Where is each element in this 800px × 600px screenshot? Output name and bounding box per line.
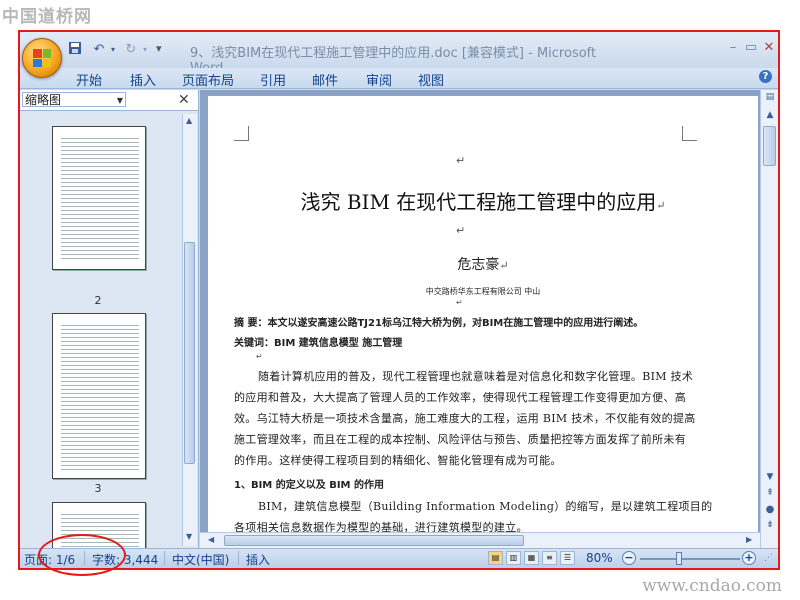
page-thumbnail[interactable] — [52, 126, 146, 270]
draft-view-icon[interactable]: ☰ — [560, 551, 575, 565]
maximize-button[interactable]: ▭ — [742, 40, 760, 55]
tab-insert[interactable]: 插入 — [130, 70, 156, 89]
tab-review[interactable]: 审阅 — [366, 70, 392, 89]
previous-page-icon[interactable]: ⇞ — [761, 488, 778, 498]
office-logo-icon — [33, 49, 51, 67]
margin-corner-mark — [682, 126, 697, 141]
zoom-in-icon[interactable]: + — [742, 551, 756, 565]
abstract: 摘 要：本文以遂安高速公路TJ21标乌江特大桥为例，对BIM在施工管理中的应用进… — [234, 318, 644, 329]
scroll-up-icon[interactable]: ▲ — [761, 110, 778, 120]
zoom-slider-track[interactable] — [640, 558, 740, 560]
chevron-down-icon: ▼ — [116, 96, 123, 105]
highlight-ellipse — [38, 534, 126, 576]
document-affiliation: 中交路桥华东工程有限公司 中山 — [425, 287, 541, 296]
next-page-icon[interactable]: ⇟ — [761, 520, 778, 530]
scroll-left-icon[interactable]: ◀ — [208, 535, 214, 544]
paragraph-mark: ↵ — [256, 352, 263, 361]
resize-grip-icon[interactable]: ⋰ — [764, 553, 773, 563]
body-line: 的应用和普及，大大提高了管理人员的工作效率，使得现代工程管理工作变得更加方便、高 — [234, 391, 686, 404]
navigation-pane: 缩略图 ▼ ✕ 2 3 ▲ ▼ — [20, 90, 199, 564]
outline-view-icon[interactable]: ≡ — [542, 551, 557, 565]
scroll-down-icon[interactable]: ▼ — [761, 472, 778, 482]
tab-mailings[interactable]: 邮件 — [312, 70, 338, 89]
body-line: 效。乌江特大桥是一项技术含量高，施工难度大的工程，运用 BIM 技术，不仅能有效… — [234, 412, 696, 425]
thumbnail-page-number: 3 — [94, 482, 102, 495]
pane-view-select[interactable]: 缩略图 ▼ — [22, 92, 126, 107]
document-title: 浅究 BIM 在现代工程施工管理中的应用↵ — [300, 190, 666, 214]
body-line: 施工管理效率，而且在工程的成本控制、风险评估与预告、质量把控等方面发挥了前所未有 — [234, 433, 686, 446]
tab-view[interactable]: 视图 — [418, 70, 444, 89]
scroll-right-icon[interactable]: ▶ — [746, 535, 752, 544]
status-bar: 页面: 1/6 字数: 3,444 中文(中国) 插入 ▤ ▥ ▦ ≡ ☰ 80… — [20, 548, 778, 568]
body-line: 的作用。这样使得工程项目到的精细化、智能化管理有成为可能。 — [234, 454, 562, 467]
tab-page-layout[interactable]: 页面布局 — [182, 70, 234, 89]
watermark-top: 中国道桥网 — [2, 7, 92, 27]
help-icon[interactable]: ? — [759, 70, 772, 83]
print-layout-view-icon[interactable]: ▤ — [488, 551, 503, 565]
web-layout-icon[interactable]: ▦ — [524, 551, 539, 565]
body-paragraph: 随着计算机应用的普及，现代工程管理也就意味着是对信息化和数字化管理。BIM 技术… — [234, 366, 722, 471]
watermark-bottom: www.cndao.com — [642, 576, 782, 596]
scroll-down-icon[interactable]: ▼ — [186, 532, 192, 541]
status-language[interactable]: 中文(中国) — [172, 551, 229, 568]
customize-quick-access-icon[interactable]: ▾ — [156, 42, 162, 55]
body-line: 随着计算机应用的普及，现代工程管理也就意味着是对信息化和数字化管理。BIM 技术 — [258, 370, 694, 383]
pane-view-selected: 缩略图 — [25, 93, 62, 107]
status-insert-mode[interactable]: 插入 — [246, 551, 270, 568]
undo-dropdown-icon[interactable]: ▾ — [104, 41, 122, 59]
paragraph-mark: ↵ — [456, 154, 466, 167]
paragraph-mark: ↵ — [456, 224, 466, 237]
save-icon[interactable] — [66, 41, 84, 59]
document-area: ↵ 浅究 BIM 在现代工程施工管理中的应用↵ ↵ 危志豪↵ 中交路桥华东工程有… — [200, 90, 760, 548]
body-line: BIM，建筑信息模型（Building Information Modeling… — [258, 500, 713, 513]
zoom-slider-handle[interactable] — [675, 552, 682, 565]
vertical-scrollbar[interactable]: ▤ ▲ ▼ ⇞ ● ⇟ — [760, 90, 778, 548]
document-author: 危志豪↵ — [457, 257, 509, 273]
minimize-button[interactable]: – — [724, 40, 742, 55]
keywords: 关键词：BIM 建筑信息模型 施工管理 — [234, 338, 403, 349]
pane-scroll-thumb[interactable] — [184, 242, 195, 464]
paragraph-mark: ↵ — [456, 298, 463, 307]
tab-home[interactable]: 开始 — [76, 70, 102, 89]
browse-object-icon[interactable]: ● — [761, 504, 778, 515]
horizontal-scroll-thumb[interactable] — [224, 535, 524, 546]
thumbnail-text-lines — [61, 135, 139, 261]
close-button[interactable]: ✕ — [760, 40, 778, 55]
thumbnail-page-number: 2 — [94, 294, 102, 307]
full-screen-reading-icon[interactable]: ▥ — [506, 551, 521, 565]
vertical-scroll-thumb[interactable] — [763, 126, 776, 166]
margin-corner-mark — [234, 126, 249, 141]
status-separator — [238, 551, 239, 565]
pane-close-icon[interactable]: ✕ — [178, 92, 190, 108]
thumbnail-text-lines — [61, 322, 139, 470]
ruler-toggle-icon[interactable]: ▤ — [761, 92, 778, 102]
ribbon-tabs: 开始 插入 页面布局 引用 邮件 审阅 视图 — [20, 68, 778, 89]
pane-scrollbar[interactable]: ▲ ▼ — [182, 114, 197, 546]
scroll-up-icon[interactable]: ▲ — [186, 116, 192, 125]
redo-dropdown-icon[interactable]: ▾ — [136, 41, 154, 59]
pane-header: 缩略图 ▼ ✕ — [20, 90, 198, 111]
office-button[interactable] — [22, 38, 62, 78]
horizontal-scrollbar[interactable]: ◀ ▶ — [200, 532, 760, 549]
status-separator — [164, 551, 165, 565]
tab-references[interactable]: 引用 — [260, 70, 286, 89]
document-page[interactable]: ↵ 浅究 BIM 在现代工程施工管理中的应用↵ ↵ 危志豪↵ 中交路桥华东工程有… — [208, 96, 758, 548]
zoom-out-icon[interactable]: − — [622, 551, 636, 565]
word-window: ↶ ▾ ↻ ▾ ▾ 9、浅究BIM在现代工程施工管理中的应用.doc [兼容模式… — [18, 30, 780, 570]
zoom-level[interactable]: 80% — [586, 551, 613, 565]
section-heading: 1、BIM 的定义以及 BIM 的作用 — [234, 480, 384, 491]
page-thumbnail[interactable] — [52, 313, 146, 479]
